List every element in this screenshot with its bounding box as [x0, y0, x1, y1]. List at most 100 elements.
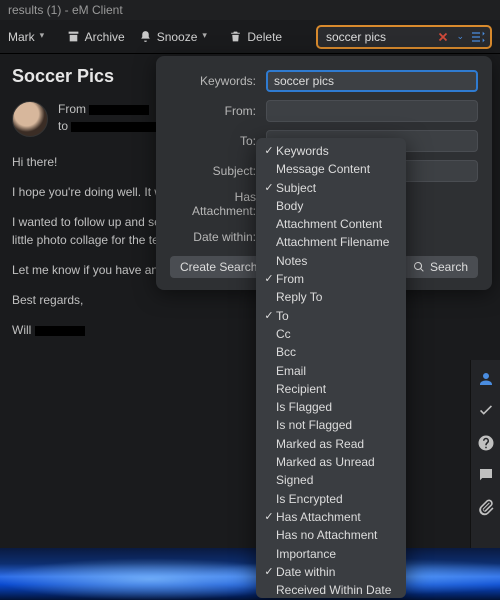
subject-label: Subject: — [170, 164, 256, 178]
clear-icon[interactable] — [436, 30, 450, 44]
dropdown-label: Attachment Filename — [276, 234, 389, 250]
delete-button[interactable]: Delete — [229, 30, 282, 44]
dropdown-item[interactable]: Body — [256, 197, 406, 215]
dropdown-label: Received Within Date — [276, 582, 391, 598]
date-within-label: Date within: — [170, 230, 256, 244]
mark-label: Mark — [8, 30, 35, 44]
check-icon: ✓ — [262, 143, 276, 159]
from-label: From: — [170, 104, 256, 118]
dropdown-item[interactable]: Attachment Filename — [256, 233, 406, 251]
main-toolbar: Mark ▾ Archive Snooze ▾ Delete soccer pi… — [0, 20, 500, 54]
dropdown-item[interactable]: Bcc — [256, 343, 406, 361]
archive-icon — [67, 30, 80, 43]
chevron-down-icon: ▾ — [40, 30, 53, 43]
dropdown-label: Reply To — [276, 289, 322, 305]
mark-button[interactable]: Mark ▾ — [8, 30, 53, 44]
dropdown-item[interactable]: Cc — [256, 325, 406, 343]
bell-icon — [139, 30, 152, 43]
attachment-icon[interactable] — [477, 498, 495, 516]
dropdown-item[interactable]: Has no Attachment — [256, 526, 406, 544]
dropdown-label: Date within — [276, 564, 335, 580]
dropdown-label: Signed — [276, 472, 313, 488]
dropdown-item[interactable]: Is Encrypted — [256, 490, 406, 508]
dropdown-label: Marked as Read — [276, 436, 364, 452]
dropdown-label: Body — [276, 198, 303, 214]
from-input[interactable] — [266, 100, 478, 122]
dropdown-item[interactable]: Marked as Unread — [256, 453, 406, 471]
dropdown-label: Message Content — [276, 161, 370, 177]
check-icon: ✓ — [262, 308, 276, 324]
check-icon: ✓ — [262, 180, 276, 196]
archive-button[interactable]: Archive — [67, 30, 125, 44]
dropdown-item[interactable]: ✓To — [256, 307, 406, 325]
dropdown-item[interactable]: Received Within Date — [256, 581, 406, 599]
dropdown-label: Marked as Unread — [276, 454, 375, 470]
has-attachment-label: Has Attachment: — [170, 190, 256, 218]
dropdown-label: From — [276, 271, 304, 287]
dropdown-label: Has Attachment — [276, 509, 361, 525]
redacted — [71, 122, 159, 132]
contact-icon[interactable] — [477, 370, 495, 388]
from-label: From — [58, 102, 86, 116]
dropdown-item[interactable]: Email — [256, 362, 406, 380]
search-box[interactable]: soccer pics ⌄ — [316, 25, 492, 49]
snooze-button[interactable]: Snooze ▾ — [139, 30, 216, 44]
check-icon: ✓ — [262, 271, 276, 287]
dropdown-label: Is Encrypted — [276, 491, 343, 507]
keywords-label: Keywords: — [170, 74, 256, 88]
dropdown-item[interactable]: Is not Flagged — [256, 416, 406, 434]
to-label: to — [58, 119, 68, 133]
from-to-block: From to — [58, 101, 159, 135]
dropdown-label: Is Flagged — [276, 399, 332, 415]
check-icon: ✓ — [262, 564, 276, 580]
dropdown-item[interactable]: ✓Subject — [256, 179, 406, 197]
window-title: results (1) - eM Client — [8, 3, 123, 17]
dropdown-item[interactable]: Signed — [256, 471, 406, 489]
check-icon[interactable] — [477, 402, 495, 420]
dropdown-item[interactable]: ✓Keywords — [256, 142, 406, 160]
dropdown-label: Subject — [276, 180, 316, 196]
dropdown-item[interactable]: ✓Has Attachment — [256, 508, 406, 526]
search-icon — [413, 261, 425, 273]
search-button[interactable]: Search — [403, 256, 478, 278]
dropdown-label: Recipient — [276, 381, 326, 397]
search-dropdown-icon[interactable]: ⌄ — [456, 31, 464, 42]
dropdown-label: Cc — [276, 326, 291, 342]
archive-label: Archive — [85, 30, 125, 44]
dropdown-item[interactable]: Attachment Content — [256, 215, 406, 233]
dropdown-label: To — [276, 308, 289, 324]
to-label: To: — [170, 134, 256, 148]
dropdown-item[interactable]: Message Content — [256, 160, 406, 178]
dropdown-item[interactable]: Importance — [256, 545, 406, 563]
search-button-label: Search — [430, 260, 468, 274]
trash-icon — [229, 30, 242, 43]
keywords-input[interactable]: soccer pics — [266, 70, 478, 92]
help-icon[interactable] — [477, 434, 495, 452]
chevron-down-icon: ▾ — [202, 30, 215, 43]
avatar — [12, 101, 48, 137]
dropdown-item[interactable]: Marked as Read — [256, 435, 406, 453]
redacted — [89, 105, 149, 115]
search-value: soccer pics — [326, 30, 430, 44]
dropdown-item[interactable]: Recipient — [256, 380, 406, 398]
dropdown-item[interactable]: Is Flagged — [256, 398, 406, 416]
dropdown-label: Keywords — [276, 143, 329, 159]
dropdown-item[interactable]: ✓From — [256, 270, 406, 288]
snooze-label: Snooze — [157, 30, 198, 44]
dropdown-item[interactable]: ✓Date within — [256, 563, 406, 581]
dropdown-label: Is not Flagged — [276, 417, 352, 433]
dropdown-item[interactable]: Notes — [256, 252, 406, 270]
window-titlebar: results (1) - eM Client — [0, 0, 500, 20]
redacted — [35, 326, 85, 336]
check-icon: ✓ — [262, 509, 276, 525]
chat-icon[interactable] — [477, 466, 495, 484]
dropdown-label: Email — [276, 363, 306, 379]
dropdown-label: Notes — [276, 253, 307, 269]
dropdown-item[interactable]: Reply To — [256, 288, 406, 306]
dropdown-label: Bcc — [276, 344, 296, 360]
search-options-icon[interactable] — [470, 29, 486, 45]
field-dropdown[interactable]: ✓KeywordsMessage Content✓SubjectBodyAtta… — [256, 138, 406, 598]
dropdown-label: Attachment Content — [276, 216, 382, 232]
dropdown-label: Importance — [276, 546, 336, 562]
right-rail — [470, 360, 500, 552]
